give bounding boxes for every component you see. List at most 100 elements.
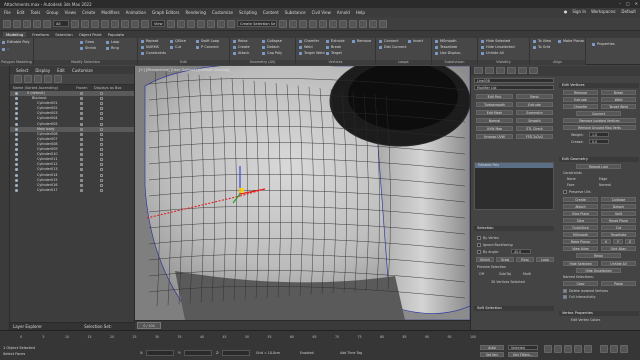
edit-vertices-rollout-header[interactable]: Edit Vertices [559,83,639,88]
ribbon-tab[interactable]: Object Paint [79,32,102,37]
display-as-box-toggle[interactable] [100,117,103,121]
percent-snap-icon[interactable] [217,19,225,28]
time-slider[interactable]: 0 / 100 [135,320,470,330]
modifier-set-button[interactable]: Unwrap UVW [476,134,513,139]
pan-icon[interactable] [620,345,628,353]
constraint-normal-radio[interactable]: Normal [599,183,611,187]
freeze-toggle-icon[interactable] [80,92,83,95]
display-as-box-toggle[interactable] [100,112,103,116]
weight-spinner[interactable]: 1.0 [589,132,609,137]
visibility-eye-icon[interactable] [15,112,18,116]
shrink-button[interactable]: Shrink [80,46,96,50]
modifier-set-button[interactable]: Normal [476,118,513,123]
grow-button[interactable]: Grow [80,40,94,44]
modifier-set-button[interactable]: STL Check [516,126,553,131]
visibility-eye-icon[interactable] [15,92,18,95]
qslice-button[interactable]: QSlice [170,39,186,43]
menu-item[interactable]: Scripting [239,10,257,15]
display-as-box-toggle[interactable] [100,158,103,162]
edit-geometry-rollout-header[interactable]: Edit Geometry [559,157,639,162]
rotate-icon[interactable] [121,19,129,28]
explorer-menu-item[interactable]: Display [35,68,50,73]
display-as-box-toggle[interactable] [100,137,103,141]
object-name-field[interactable]: Line038 [474,78,554,83]
menu-item[interactable]: Group [46,10,58,15]
display-none-icon[interactable] [14,75,22,83]
motion-tab-icon[interactable] [507,67,516,74]
menu-item[interactable]: Help [356,10,365,15]
menu-item[interactable]: Views [65,10,77,15]
toggle-layer-explorer-icon[interactable] [309,19,317,28]
display-as-box-toggle[interactable] [100,153,103,157]
visibility-eye-icon[interactable] [15,173,18,177]
reset-plane-button[interactable]: Reset Plane [601,218,636,223]
constraints-button[interactable]: Constraints [141,51,166,55]
frame-ruler[interactable]: 0 5 10 15 20 25 30 35 40 45 50 55 60 65 70 75 80 85 90 95 10… [20,335,476,343]
go-to-end-icon[interactable] [584,345,592,353]
mesh-render[interactable] [135,66,470,320]
msmooth-button[interactable]: MSmooth [435,39,457,43]
geometry-create-button[interactable]: Create [563,197,598,202]
p-connect-button[interactable]: P Connect [196,45,219,49]
perspective-viewport[interactable]: [+] [Perspective] [User Defined] [Defaul… [135,66,470,320]
explorer-row[interactable]: Cylinder017 [10,188,134,193]
ring-button[interactable]: Ring [106,46,119,50]
modifier-set-button[interactable]: FFD 2x2x2 [516,134,553,139]
ribbon-tab[interactable]: Selection [55,32,73,37]
to-grid-button[interactable]: To Grid [533,45,550,49]
menu-item[interactable]: Modifiers [101,10,119,15]
freeze-toggle-icon[interactable] [80,183,83,187]
viewport-label[interactable]: [+] [Perspective] [User Defined] [Defaul… [139,68,230,72]
scale-icon[interactable] [131,19,139,28]
key-filters-button[interactable]: Key Filters... [508,352,538,357]
display-as-box-toggle[interactable] [100,168,103,172]
properties-button[interactable]: Properties [592,42,615,46]
target-button[interactable]: Target [326,51,342,55]
named-selection-copy-button[interactable]: Copy [563,281,598,286]
delete-isolated-checkbox[interactable] [563,289,567,293]
invert-display-icon[interactable] [34,75,42,83]
key-mode-dropdown[interactable]: Selected [508,345,538,350]
freeze-toggle-icon[interactable] [80,107,83,111]
display-as-box-toggle[interactable] [100,148,103,152]
hide-selected-button[interactable]: Hide Selected [481,39,510,43]
redo-icon[interactable] [13,19,21,28]
modifier-set-button[interactable]: Symmetry [516,110,553,115]
select-by-name-icon[interactable] [81,19,89,28]
menu-item[interactable]: Graph Editors [152,10,179,15]
loop-button[interactable]: Loop [106,40,119,44]
attach-button[interactable]: Attach [233,51,249,55]
selection-filter-dropdown[interactable]: All [53,20,69,27]
hide-unselected-button[interactable]: Hide Unselected [481,45,515,49]
menu-item[interactable]: Civil View [312,10,331,15]
previous-frame-icon[interactable] [554,345,562,353]
menu-item[interactable]: Arnold [337,10,350,15]
geometry-relax-button[interactable]: Relax [576,253,621,258]
geometry-collapse-button[interactable]: Collapse [601,197,636,202]
display-as-box-toggle[interactable] [100,107,103,111]
to-view-button[interactable]: To View [533,39,551,43]
modifier-set-button[interactable]: Extrude [516,102,553,107]
split-button[interactable]: Split [601,211,636,216]
spinner-snap-icon[interactable] [227,19,235,28]
display-all-icon[interactable] [24,75,32,83]
display-as-box-toggle[interactable] [100,142,103,146]
freeze-toggle-icon[interactable] [80,158,83,162]
display-as-box-toggle[interactable] [100,122,103,126]
planar-x-button[interactable]: X [601,239,611,244]
time-slider-thumb[interactable]: 0 / 100 [137,322,161,329]
loops-connect-button[interactable]: Connect [379,39,398,43]
preview-off-radio[interactable]: Off [479,272,484,276]
menu-item[interactable]: File [4,10,11,15]
placement-icon[interactable] [141,19,149,28]
display-as-box-toggle[interactable] [100,183,103,187]
by-angle-checkbox[interactable] [477,250,481,254]
ribbon-tab[interactable]: Modeling [3,32,27,37]
nurms-button[interactable]: NURMS [141,45,159,49]
freeze-toggle-icon[interactable] [80,178,83,182]
visibility-eye-icon[interactable] [15,122,18,126]
by-vertex-checkbox[interactable] [477,236,481,240]
remove-vertex-button[interactable]: Remove [563,90,598,95]
visibility-eye-icon[interactable] [15,137,18,141]
remove-button[interactable]: Remove [352,39,371,43]
